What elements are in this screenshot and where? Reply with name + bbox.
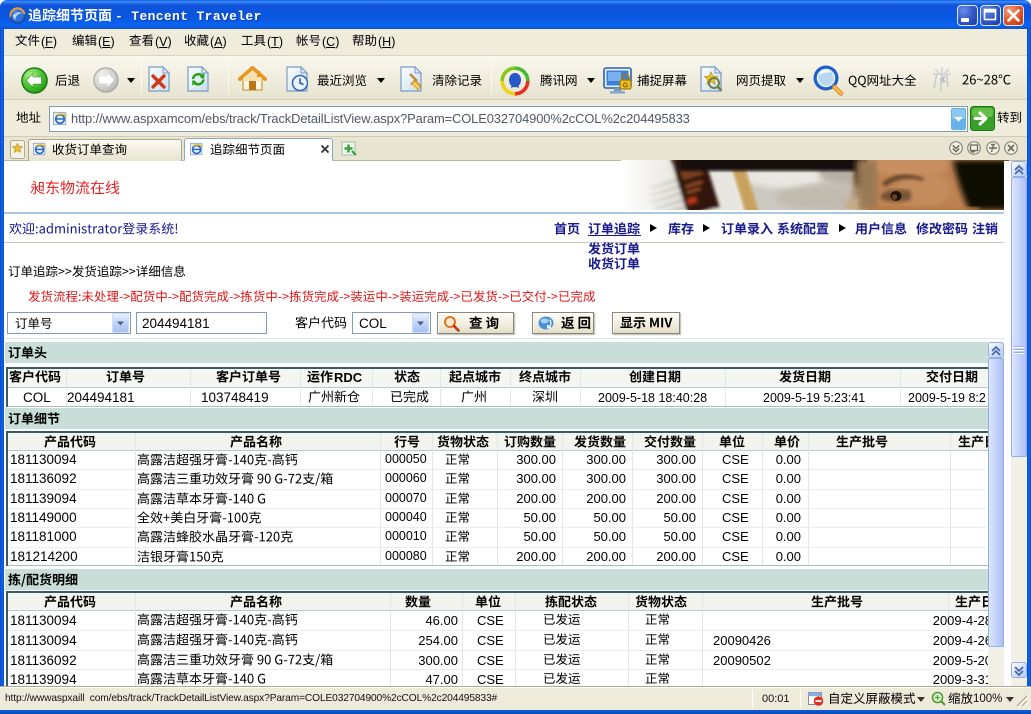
svg-text:G: G — [623, 83, 629, 90]
